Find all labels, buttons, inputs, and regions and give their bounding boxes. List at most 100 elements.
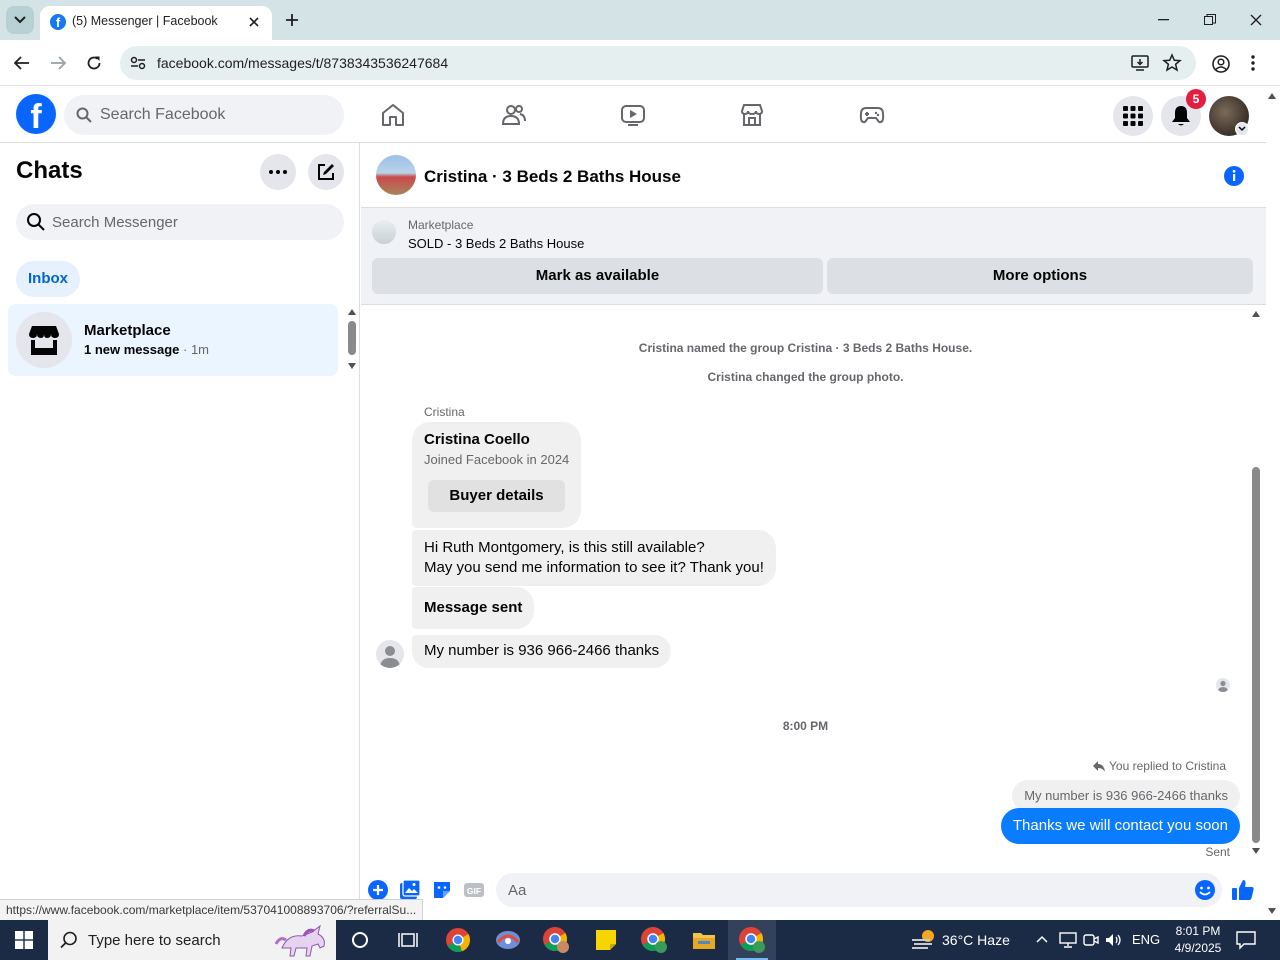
- scroll-down-arrow-icon[interactable]: [348, 363, 356, 369]
- browser-toolbar: facebook.com/messages/t/8738343536247684: [0, 40, 1280, 86]
- taskbar-chrome[interactable]: [434, 920, 482, 960]
- scroll-up-arrow-icon[interactable]: [1252, 311, 1260, 317]
- listing-title[interactable]: SOLD - 3 Beds 2 Baths House: [408, 236, 584, 251]
- sender-avatar[interactable]: [376, 640, 404, 668]
- app-icon: [496, 931, 520, 949]
- system-clock[interactable]: 8:01 PM 4/9/2025: [1170, 923, 1226, 957]
- friends-icon[interactable]: [500, 102, 526, 128]
- timestamp-separator: 8:00 PM: [782, 719, 829, 733]
- volume-icon[interactable]: [1105, 932, 1123, 948]
- tab-search-button[interactable]: [6, 6, 34, 34]
- browser-menu-icon[interactable]: [1250, 53, 1256, 73]
- chat-preview-text: 1 new message: [84, 342, 180, 357]
- facebook-search-input[interactable]: [100, 95, 330, 135]
- forward-button[interactable]: [44, 49, 72, 77]
- plus-circle-icon[interactable]: [367, 879, 389, 901]
- restore-icon: [1204, 14, 1216, 25]
- home-icon[interactable]: [380, 102, 406, 128]
- buyer-joined-date: Joined Facebook in 2024: [424, 452, 570, 467]
- sticker-icon[interactable]: [431, 879, 453, 901]
- taskbar-chrome-profile[interactable]: [532, 920, 580, 960]
- photo-icon[interactable]: [399, 879, 421, 901]
- video-icon[interactable]: [620, 102, 646, 128]
- listing-thumbnail[interactable]: [372, 220, 396, 244]
- cortana-button[interactable]: [336, 920, 384, 960]
- arrow-left-icon: [14, 56, 29, 70]
- new-message-button[interactable]: [308, 154, 344, 190]
- reply-indicator: You replied to Cristina: [1093, 759, 1226, 773]
- taskbar-chrome-active[interactable]: [728, 920, 776, 960]
- gaming-icon[interactable]: [859, 102, 885, 128]
- address-bar[interactable]: facebook.com/messages/t/8738343536247684: [120, 46, 1196, 80]
- meet-now-icon[interactable]: [1083, 932, 1099, 948]
- incoming-message-sent-notice: Message sent: [412, 587, 535, 629]
- network-icon[interactable]: [1059, 932, 1077, 948]
- close-window-button[interactable]: [1236, 6, 1276, 34]
- chats-scrollbar[interactable]: [348, 321, 356, 355]
- marketplace-label: Marketplace: [408, 218, 474, 232]
- scroll-down-arrow-icon[interactable]: [1252, 848, 1260, 854]
- taskbar-sticky-notes[interactable]: [582, 920, 630, 960]
- chat-name: Marketplace: [84, 322, 171, 339]
- bookmark-star-icon[interactable]: [1162, 53, 1182, 73]
- chat-preview: 1 new message · 1m: [84, 342, 209, 357]
- incoming-message: My number is 936 966-2466 thanks: [412, 635, 672, 668]
- message-input[interactable]: [508, 873, 1168, 907]
- inbox-filter-tab[interactable]: Inbox: [16, 261, 80, 297]
- seen-by-avatar-icon: [1216, 678, 1230, 692]
- language-indicator[interactable]: ENG: [1132, 932, 1160, 947]
- grid-icon: [1123, 106, 1143, 126]
- facebook-search[interactable]: [64, 95, 344, 135]
- browser-tab-active[interactable]: f (5) Messenger | Facebook: [40, 6, 272, 40]
- scroll-up-arrow-icon[interactable]: [348, 309, 356, 315]
- page-scroll-up-icon[interactable]: [1268, 93, 1276, 99]
- search-icon: [60, 931, 77, 949]
- menu-grid-button[interactable]: [1113, 96, 1153, 136]
- emoji-icon[interactable]: [1194, 879, 1216, 901]
- notification-center-icon[interactable]: [1236, 930, 1256, 950]
- conversation-title[interactable]: Cristina · 3 Beds 2 Baths House: [424, 167, 681, 187]
- chevron-down-icon[interactable]: [1235, 122, 1249, 136]
- group-photo-avatar[interactable]: [376, 155, 416, 195]
- reload-button[interactable]: [80, 49, 108, 77]
- minimize-button[interactable]: [1144, 6, 1184, 34]
- gif-icon[interactable]: GIF: [463, 879, 485, 901]
- message-input-container[interactable]: [496, 873, 1222, 907]
- page-scroll-down-icon[interactable]: [1268, 908, 1276, 914]
- taskbar-file-explorer[interactable]: [680, 920, 728, 960]
- info-icon[interactable]: [1223, 165, 1245, 187]
- more-options-button[interactable]: More options: [827, 258, 1253, 294]
- tab-close-icon[interactable]: [244, 12, 264, 32]
- chats-options-button[interactable]: [260, 154, 296, 190]
- thread-scrollbar[interactable]: [1252, 467, 1260, 843]
- taskbar-chrome-profile-2[interactable]: [630, 920, 678, 960]
- chevron-up-icon[interactable]: [1036, 935, 1048, 943]
- marketplace-listing-banner: Marketplace SOLD - 3 Beds 2 Baths House …: [361, 208, 1266, 305]
- marketplace-avatar: [16, 312, 72, 368]
- restore-button[interactable]: [1190, 6, 1230, 34]
- messenger-search[interactable]: [16, 204, 344, 240]
- site-info-icon[interactable]: [128, 53, 148, 73]
- back-button[interactable]: [8, 49, 36, 77]
- buyer-details-button[interactable]: Buyer details: [428, 480, 565, 512]
- task-view-button[interactable]: [384, 920, 432, 960]
- chat-list-item[interactable]: Marketplace 1 new message · 1m: [8, 304, 338, 376]
- chrome-icon: [446, 928, 470, 952]
- message-status: Sent: [1205, 845, 1230, 859]
- new-tab-button[interactable]: [280, 8, 304, 32]
- mark-available-button[interactable]: Mark as available: [372, 258, 823, 294]
- taskbar-search[interactable]: [48, 920, 336, 960]
- taskbar-app-blue[interactable]: [484, 920, 532, 960]
- messenger-search-input[interactable]: [52, 204, 332, 240]
- start-button[interactable]: [0, 920, 48, 960]
- taskbar-search-input[interactable]: [88, 920, 278, 960]
- browser-profile-icon[interactable]: [1210, 53, 1232, 75]
- haze-weather-icon: [912, 930, 934, 949]
- thumbs-up-icon[interactable]: [1231, 878, 1255, 902]
- plus-icon: [286, 14, 298, 26]
- marketplace-icon[interactable]: [739, 102, 765, 128]
- chrome-profile-icon: [641, 927, 667, 953]
- install-app-icon[interactable]: [1130, 53, 1150, 73]
- facebook-logo-icon[interactable]: f: [16, 94, 56, 134]
- weather-widget[interactable]: 36°C Haze: [910, 920, 1010, 960]
